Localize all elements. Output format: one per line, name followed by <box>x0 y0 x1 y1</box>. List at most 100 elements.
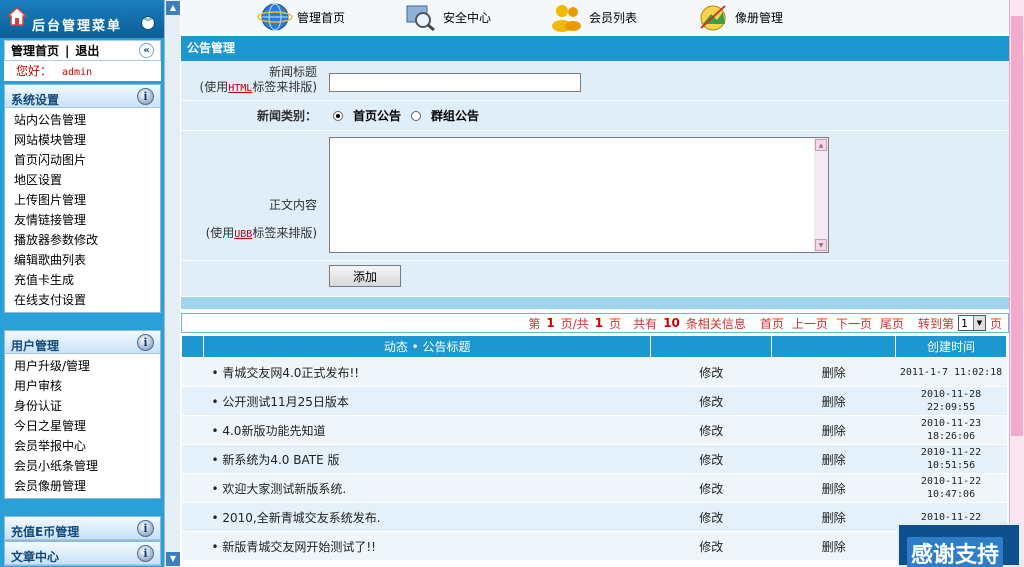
row-gap <box>181 444 204 474</box>
info-icon[interactable]: i <box>137 520 154 537</box>
delete-link[interactable]: 删除 <box>771 502 896 532</box>
menu-item[interactable]: 播放器参数修改 <box>14 230 160 250</box>
menu-item[interactable]: 友情链接管理 <box>14 210 160 230</box>
row-title[interactable]: • 公开测试11月25日版本 <box>203 386 651 416</box>
menu-item[interactable]: 上传图片管理 <box>14 190 160 210</box>
section-header[interactable]: 文章中心 i <box>5 542 160 565</box>
row-title[interactable]: • 新版青城交友网开始测试了!! <box>203 531 651 561</box>
row-title[interactable]: • 2010,全新青城交友系统发布. <box>203 502 651 532</box>
page-scrollbar[interactable] <box>1009 0 1024 567</box>
table-header-row: 动态 • 公告标题 创建时间 <box>181 335 1007 358</box>
menu-item[interactable]: 身份认证 <box>14 396 160 416</box>
add-button[interactable]: 添加 <box>329 265 401 287</box>
edit-link[interactable]: 修改 <box>650 531 772 561</box>
edit-link[interactable]: 修改 <box>650 444 772 474</box>
toolbar-members-label: 会员列表 <box>589 10 638 25</box>
delete-link[interactable]: 删除 <box>771 444 896 474</box>
edit-link[interactable]: 修改 <box>650 415 772 445</box>
menu-item[interactable]: 充值卡生成 <box>14 270 160 290</box>
scroll-up-icon[interactable]: ▲ <box>815 139 827 151</box>
news-title-input[interactable] <box>329 73 581 92</box>
collapse-menu-icon[interactable]: ︾ <box>141 16 155 30</box>
sidebar: 后台管理菜单 ︾ 管理首页 | 退出 « 您好： admin 系统设置 i 站内公… <box>0 0 164 567</box>
toolbar-home[interactable]: 管理首页 <box>257 2 345 32</box>
menu-item[interactable]: 网站模块管理 <box>14 130 160 150</box>
chevron-down-icon[interactable]: ▼ <box>972 316 985 330</box>
news-body-textarea[interactable] <box>329 137 829 253</box>
pager-last-link[interactable]: 尾页 <box>880 315 904 332</box>
hint-prefix: (使用 <box>199 80 229 94</box>
category-group-label[interactable]: 群组公告 <box>431 107 479 124</box>
info-icon[interactable]: i <box>137 545 154 562</box>
hint-suffix: 标签来排版) <box>252 80 317 94</box>
toolbar-home-label: 管理首页 <box>297 10 346 25</box>
row-title[interactable]: • 青城交友网4.0正式发布!! <box>203 357 651 387</box>
delete-link[interactable]: 删除 <box>771 386 896 416</box>
row-title[interactable]: • 欢迎大家测试新版系统. <box>203 473 651 503</box>
section-article-center: 文章中心 i <box>4 541 161 566</box>
row-title[interactable]: • 4.0新版功能先知道 <box>203 415 651 445</box>
scrollbar-thumb[interactable] <box>1011 16 1023 436</box>
menu-item[interactable]: 用户审核 <box>14 376 160 396</box>
pager-text: 页/共 <box>560 316 589 331</box>
menu-item[interactable]: 站内公告管理 <box>14 110 160 130</box>
greeting: 您好： admin <box>4 61 161 81</box>
delete-link[interactable]: 删除 <box>771 415 896 445</box>
pager-first-link[interactable]: 首页 <box>760 315 784 332</box>
sidebar-scrollbar[interactable]: ▲ ▼ <box>164 0 180 567</box>
globe-icon <box>257 3 293 31</box>
section-label: 文章中心 <box>11 550 60 564</box>
menu-item[interactable]: 用户升级/管理 <box>14 356 160 376</box>
pager-text: 页 <box>609 316 622 331</box>
edit-link[interactable]: 修改 <box>650 357 772 387</box>
nav-home-link[interactable]: 管理首页 <box>11 42 59 59</box>
news-body-row: 正文内容 (使用UBB标签来排版) ▲ ▼ <box>181 131 1009 261</box>
menu-item[interactable]: 首页闪动图片 <box>14 150 160 170</box>
menu-item[interactable]: 在线支付设置 <box>14 290 160 310</box>
thanks-badge[interactable]: 感谢支持 <box>897 523 1021 567</box>
menu-item[interactable]: 会员小纸条管理 <box>14 456 160 476</box>
toolbar-members[interactable]: 会员列表 <box>549 2 637 32</box>
menu-item[interactable]: 会员举报中心 <box>14 436 160 456</box>
category-home-radio[interactable] <box>333 110 343 121</box>
scroll-down-icon[interactable]: ▼ <box>815 239 827 251</box>
row-gap <box>181 473 204 503</box>
info-icon[interactable]: i <box>137 334 154 351</box>
toolbar-album[interactable]: 像册管理 <box>695 2 783 32</box>
section-header[interactable]: 系统设置 i <box>5 85 160 108</box>
row-date: 2010-11-28 22:09:55 <box>895 386 1007 416</box>
section-header[interactable]: 充值E币管理 i <box>5 517 160 540</box>
pager-goto-select[interactable]: 1 ▼ <box>957 315 986 331</box>
scroll-down-icon[interactable]: ▼ <box>166 552 180 566</box>
delete-link[interactable]: 删除 <box>771 357 896 387</box>
row-date-line: 2010-11-23 <box>920 418 982 429</box>
menu-item[interactable]: 会员像册管理 <box>14 476 160 496</box>
textarea-scrollbar[interactable]: ▲ ▼ <box>814 138 828 252</box>
scroll-up-icon[interactable]: ▲ <box>166 1 180 15</box>
category-group-radio[interactable] <box>411 110 422 121</box>
row-title[interactable]: • 新系统为4.0 BATE 版 <box>203 444 651 474</box>
home-icon <box>6 6 28 26</box>
pager-text: 共有 <box>633 316 658 331</box>
hint-tag: HTML <box>228 83 253 94</box>
menu-item[interactable]: 编辑歌曲列表 <box>14 250 160 270</box>
category-home-label[interactable]: 首页公告 <box>353 107 401 124</box>
section-header[interactable]: 用户管理 i <box>5 331 160 354</box>
edit-link[interactable]: 修改 <box>650 386 772 416</box>
double-chevron-left-icon[interactable]: « <box>139 43 154 58</box>
menu-item[interactable]: 今日之星管理 <box>14 416 160 436</box>
pager-next-link[interactable]: 下一页 <box>836 315 872 332</box>
pager-prev-link[interactable]: 上一页 <box>792 315 828 332</box>
menu-item[interactable]: 地区设置 <box>14 170 160 190</box>
edit-link[interactable]: 修改 <box>650 473 772 503</box>
row-date-line: 2010-11-22 <box>920 511 982 523</box>
panel-title: 公告管理 <box>181 36 1009 61</box>
edit-link[interactable]: 修改 <box>650 502 772 532</box>
nav-logout-link[interactable]: 退出 <box>75 42 99 59</box>
delete-link[interactable]: 删除 <box>771 531 896 561</box>
hint-prefix: (使用 <box>205 226 235 240</box>
delete-link[interactable]: 删除 <box>771 473 896 503</box>
toolbar-security[interactable]: 安全中心 <box>403 2 491 32</box>
header-created: 创建时间 <box>895 335 1007 358</box>
info-icon[interactable]: i <box>137 88 154 105</box>
